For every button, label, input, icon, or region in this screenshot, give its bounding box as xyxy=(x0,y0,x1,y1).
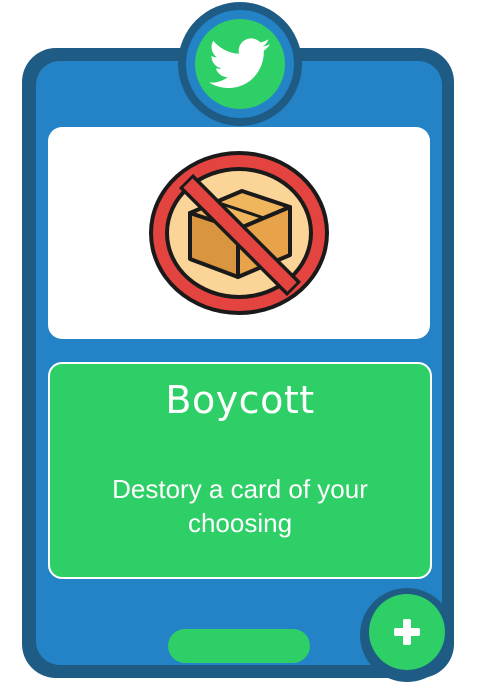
no-box-icon xyxy=(149,151,329,315)
card-title: Boycott xyxy=(165,378,315,422)
twitter-bird-icon xyxy=(209,38,270,89)
card-text-panel: Boycott Destory a card of your choosing xyxy=(48,362,432,579)
card-cost-bar xyxy=(168,629,310,663)
card-description: Destory a card of your choosing xyxy=(112,474,368,538)
add-card-button[interactable] xyxy=(369,594,445,670)
card-art-panel xyxy=(48,127,430,339)
plus-icon xyxy=(394,619,420,645)
card-source-badge xyxy=(195,19,285,109)
